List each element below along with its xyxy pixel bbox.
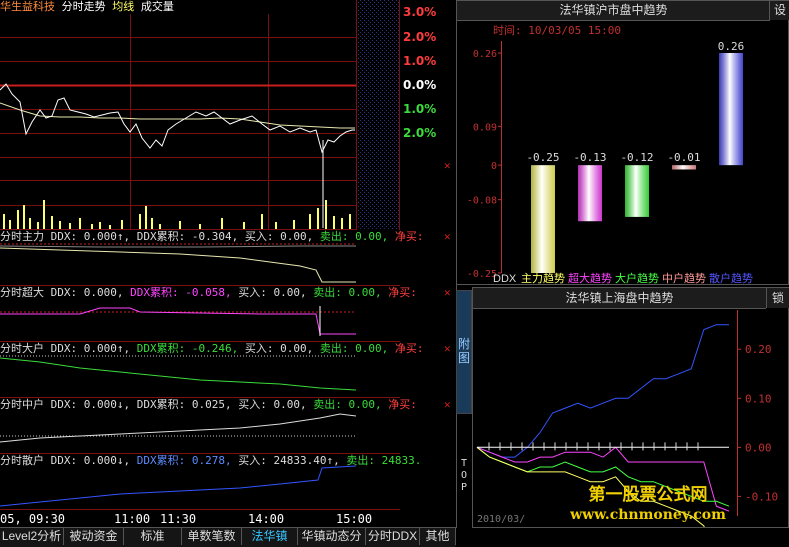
axis-column: [400, 0, 457, 528]
watermark: 第一股票公式网 www.chnmoney.com: [548, 484, 748, 524]
sell-value: 0.00,: [355, 230, 389, 243]
y-tick-label: 0.26: [473, 49, 497, 60]
bar: [578, 165, 602, 222]
bar-category-label: 主力趋势: [521, 272, 565, 284]
attach-side-tab[interactable]: 附 图: [456, 290, 472, 414]
indicator-panel-large[interactable]: 分时大户 DDX: 0.000↑, DDX累积: -0.246, 买入: 0.0…: [0, 342, 451, 398]
watermark-url: www.chnmoney.com: [570, 507, 726, 523]
sell-value: 0.00,: [355, 342, 389, 355]
bar-value-label: 0.26: [718, 40, 745, 53]
indicator-panel-main[interactable]: 分时主力 DDX: 0.000↑, DDX累积: -0.304, 买入: 0.0…: [0, 230, 451, 286]
tab-order-count[interactable]: 单数笔数: [182, 528, 242, 545]
tab-fahuazhen-dynamic[interactable]: 华镇动态分: [298, 528, 366, 545]
tab-other[interactable]: 其他: [420, 528, 456, 545]
time-tick: 11:00: [114, 512, 151, 526]
y-tick-label: -0.08: [467, 196, 497, 207]
indicator-panel-superlarge[interactable]: 分时超大 DDX: 0.000, DDX累积: -0.058, 买入: 0.00…: [0, 286, 451, 342]
attach-label: 附 图: [458, 337, 471, 365]
bar: [625, 165, 649, 217]
tab-level2[interactable]: Level2分析: [0, 528, 64, 545]
intraday-chart-area: 华生益科技 分时走势 均线 成交量 3.0% 2.0% 1.0% 0.0% 1.…: [0, 0, 451, 528]
y-tick-label: 0: [491, 161, 497, 172]
time-tick: 14:00: [248, 512, 285, 526]
ddx-trend-window: 法华镇沪市盘中趋势 设 时间: 10/03/05 15:00 0.26 0.09 0…: [456, 0, 789, 285]
price-line: [0, 83, 355, 154]
tab-standard[interactable]: 标准: [124, 528, 182, 545]
tab-intraday-ddx[interactable]: 分时DDX: [366, 528, 420, 545]
bar: [719, 53, 743, 166]
top-label: T O P: [460, 458, 468, 493]
time-axis: 05, 09:30 11:00 11:30 14:00 15:00: [0, 510, 400, 528]
y-tick-label: 0.09: [473, 122, 497, 133]
indicator-svg: [0, 413, 356, 443]
y-tick-label: 0.00: [745, 441, 772, 454]
date-stub: 2010/03/: [477, 514, 526, 525]
tab-label: 单数笔数: [187, 529, 236, 543]
indicator-svg: [0, 465, 356, 507]
avg-price-line: [0, 102, 355, 129]
ddx-bar-chart: 0.260.090-0.08-0.25DDX-0.25主力趋势-0.13超大趋势…: [467, 40, 753, 284]
indicator-panel-retail[interactable]: 分时散户 DDX: 0.000↓, DDX累积: 0.278, 买入: 2483…: [0, 454, 421, 510]
tab-label: 被动资金: [69, 529, 118, 543]
time-tick: 15:00: [336, 512, 373, 526]
tab-label: 分时DDX: [367, 529, 418, 543]
indicator-svg: [0, 306, 356, 336]
indicator-panel-medium[interactable]: 分时中户 DDX: 0.000↓, DDX累积: 0.025, 买入: 0.00…: [0, 398, 451, 454]
x-axis-label: DDX: [493, 273, 517, 284]
bar: [672, 165, 696, 170]
bar-category-label: 超大趋势: [568, 271, 612, 284]
tab-passive-funds[interactable]: 被动资金: [64, 528, 124, 545]
watermark-title: 第一股票公式网: [588, 485, 708, 505]
tab-label: 法华镇: [251, 529, 288, 543]
tab-label: Level2分析: [1, 529, 62, 543]
y-tick-label: -0.10: [745, 490, 778, 503]
series-line: [476, 324, 729, 458]
bar-value-label: -0.12: [620, 151, 653, 164]
price-chart-svg: [0, 0, 400, 230]
bar-value-label: -0.13: [573, 151, 606, 164]
bar-category-label: 大户趋势: [615, 271, 659, 284]
indicator-svg: [0, 355, 356, 391]
bar: [531, 165, 555, 273]
tab-label: 华镇动态分: [301, 529, 362, 543]
bar-value-label: -0.01: [667, 151, 700, 164]
tab-label: 标准: [140, 529, 165, 543]
indicator-svg: [0, 243, 356, 283]
price-panel[interactable]: 华生益科技 分时走势 均线 成交量 3.0% 2.0% 1.0% 0.0% 1.…: [0, 0, 451, 230]
y-tick-label: 0.20: [745, 343, 772, 356]
time-tick: 11:30: [160, 512, 197, 526]
top-side-tab[interactable]: T O P: [456, 456, 472, 500]
y-tick-label: 0.10: [745, 392, 772, 405]
tab-label: 其他: [425, 529, 450, 543]
tab-fahuazhen[interactable]: 法华镇: [242, 528, 298, 545]
time-tick: 05, 09:30: [0, 512, 66, 526]
bar-category-label: 中户趋势: [662, 271, 706, 284]
bar-value-label: -0.25: [526, 151, 559, 164]
bar-category-label: 散户趋势: [709, 271, 753, 284]
